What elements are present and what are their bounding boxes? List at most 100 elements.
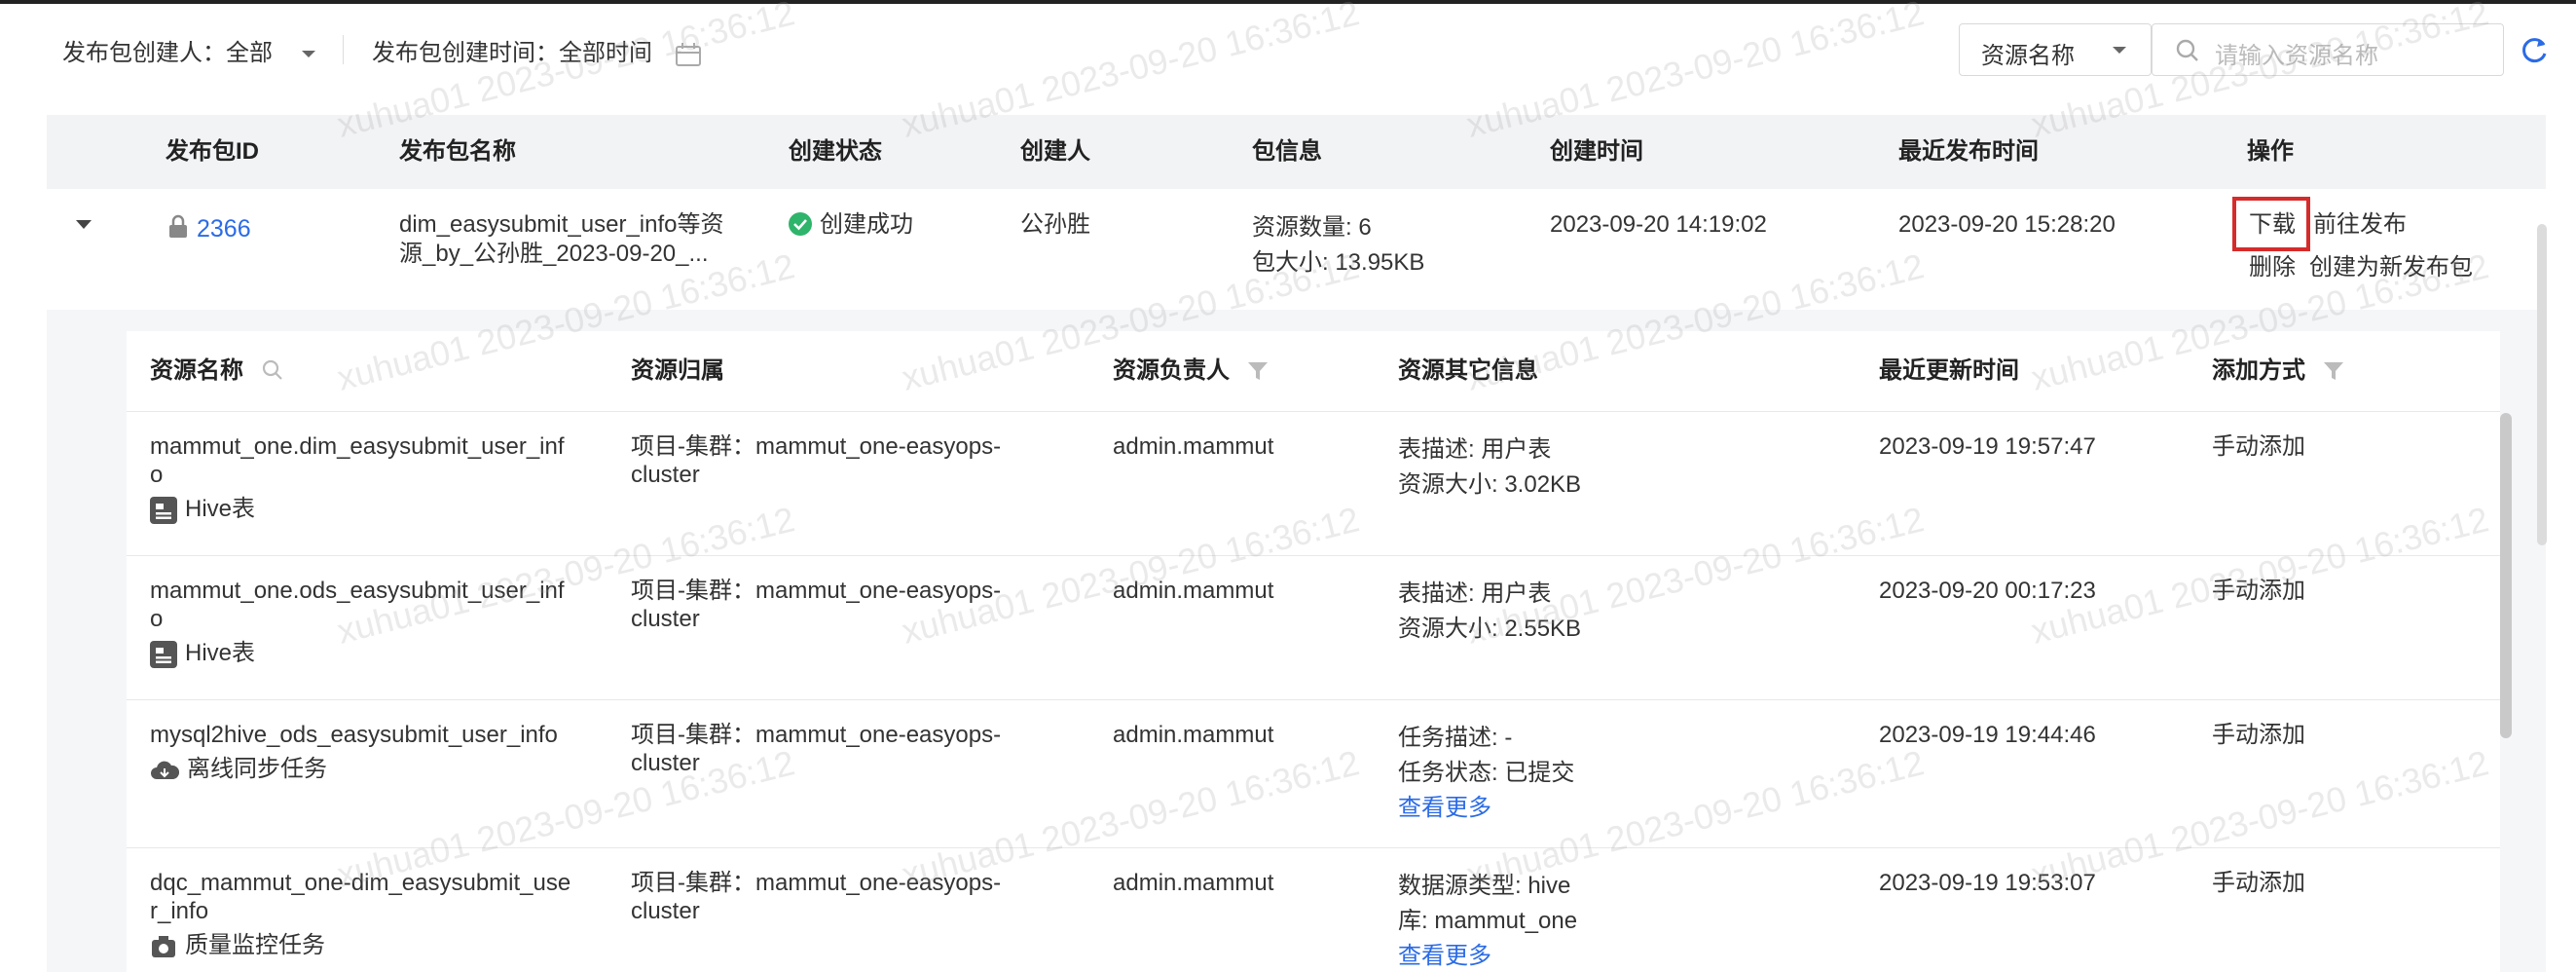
resource-type-label: Hive表: [185, 640, 256, 666]
filter-icon[interactable]: [1247, 362, 1268, 380]
resource-row: dqc_mammut_one-dim_easysubmit_use r_info…: [127, 847, 2500, 972]
cloud-icon: [151, 761, 180, 779]
th-package-name: 发布包名称: [399, 138, 516, 165]
download-link[interactable]: 下载: [2249, 210, 2296, 240]
resource-other-info: 表描述: 用户表 资源大小: 3.02KB: [1398, 432, 1581, 503]
resource-owner-line1: 项目-集群：mammut_one-easyops-: [631, 578, 1002, 604]
resource-owner-line2: cluster: [631, 898, 700, 924]
resource-owner-line2: cluster: [631, 750, 700, 776]
inner-scrollbar-thumb[interactable]: [2500, 413, 2512, 738]
resource-type-label: 质量监控任务: [185, 932, 325, 958]
table-row: 2366 dim_easysubmit_user_info等资 源_by_公孙胜…: [47, 189, 2546, 311]
package-name-line2: 源_by_公孙胜_2023-09-20_...: [399, 241, 709, 267]
resource-info-line2: 资源大小: 3.02KB: [1398, 471, 1582, 498]
resource-name-line2: o: [150, 606, 164, 632]
resource-info-line1: 任务描述: -: [1398, 725, 1513, 751]
resource-name-line1: mysql2hive_ods_easysubmit_user_info: [150, 722, 558, 748]
resource-person: admin.mammut: [1113, 433, 1274, 460]
resource-row: mammut_one.ods_easysubmit_user_inf o Hiv…: [127, 555, 2500, 700]
search-input[interactable]: 请输入资源名称: [2152, 23, 2504, 76]
refresh-icon[interactable]: [2520, 35, 2549, 64]
time-filter[interactable]: 发布包创建时间：全部时间: [372, 33, 702, 67]
resource-info-line1: 表描述: 用户表: [1398, 580, 1552, 607]
resource-type: Hive表: [150, 639, 565, 668]
view-more-link[interactable]: 查看更多: [1398, 939, 1577, 972]
resource-info-line2: 资源大小: 2.55KB: [1398, 616, 1582, 642]
resource-row: mysql2hive_ods_easysubmit_user_info 离线同步…: [127, 699, 2500, 848]
resource-owner: 项目-集群：mammut_one-easyops- cluster: [631, 869, 1001, 925]
th-add-method: 添加方式: [2212, 331, 2343, 411]
th-created-at: 创建时间: [1550, 138, 1643, 165]
resources-table-header: 资源名称 资源归属 资源负责人 资源其它信息 最近更新时间 添加方式: [127, 331, 2500, 412]
calendar-icon: [675, 42, 701, 66]
filter-divider: [343, 35, 344, 64]
table-header: 发布包ID 发布包名称 创建状态 创建人 包信息 创建时间 最近发布时间 操作: [47, 115, 2546, 189]
resource-info-line1: 表描述: 用户表: [1398, 436, 1552, 463]
th-creator: 创建人: [1020, 138, 1090, 165]
resource-person: admin.mammut: [1113, 722, 1274, 748]
create-new-package-link[interactable]: 创建为新发布包: [2309, 253, 2473, 282]
caret-down-icon[interactable]: [74, 218, 93, 232]
th-package-info: 包信息: [1252, 138, 1322, 165]
search-type-select[interactable]: 资源名称: [1959, 23, 2152, 76]
resource-name: dqc_mammut_one-dim_easysubmit_use r_info…: [150, 869, 570, 959]
resource-owner: 项目-集群：mammut_one-easyops- cluster: [631, 432, 1001, 489]
created-at: 2023-09-20 14:19:02: [1550, 211, 1767, 238]
th-resource-name: 资源名称: [150, 331, 283, 411]
time-filter-value: 全部时间: [559, 40, 652, 66]
creator: 公孙胜: [1020, 211, 1090, 238]
resource-updated-at: 2023-09-20 00:17:23: [1879, 578, 2096, 604]
resource-type: 质量监控任务: [150, 931, 570, 959]
resource-type: 离线同步任务: [150, 755, 558, 783]
th-add-method-label: 添加方式: [2212, 357, 2305, 384]
package-name: dim_easysubmit_user_info等资 源_by_公孙胜_2023…: [399, 210, 723, 269]
th-actions: 操作: [2247, 138, 2294, 165]
creator-filter[interactable]: 发布包创建人：全部: [62, 33, 316, 67]
th-resource-other-info: 资源其它信息: [1398, 357, 1538, 384]
package-id-value: 2366: [197, 215, 251, 243]
resource-type-label: 离线同步任务: [187, 756, 327, 782]
goto-publish-link[interactable]: 前往发布: [2313, 210, 2407, 240]
resource-other-info: 任务描述: - 任务状态: 已提交 查看更多: [1398, 721, 1574, 826]
chevron-down-icon: [2113, 47, 2126, 54]
create-status: 创建成功: [789, 210, 913, 240]
resource-updated-at: 2023-09-19 19:53:07: [1879, 870, 2096, 896]
table-icon: [150, 640, 177, 668]
lock-icon: [169, 214, 187, 238]
chevron-down-icon: [301, 50, 315, 57]
th-resource-person-label: 资源负责人: [1113, 357, 1230, 384]
resource-add-method: 手动添加: [2212, 578, 2305, 604]
delete-link[interactable]: 删除: [2249, 253, 2296, 282]
resource-owner-line2: cluster: [631, 606, 700, 632]
resource-updated-at: 2023-09-19 19:44:46: [1879, 722, 2096, 748]
view-more-link[interactable]: 查看更多: [1398, 791, 1574, 826]
search-placeholder: 请输入资源名称: [2215, 43, 2378, 69]
th-published-at: 最近发布时间: [1898, 138, 2039, 165]
package-size: 包大小: 13.95KB: [1252, 249, 1425, 276]
time-filter-label: 发布包创建时间：: [372, 40, 559, 66]
search-type-value: 资源名称: [1981, 43, 2075, 69]
create-status-text: 创建成功: [820, 211, 913, 238]
th-resource-name-label: 资源名称: [150, 357, 243, 384]
package-info: 资源数量: 6 包大小: 13.95KB: [1252, 210, 1424, 280]
resource-add-method: 手动添加: [2212, 433, 2305, 460]
th-resource-owner: 资源归属: [631, 357, 724, 384]
resource-info-line1: 数据源类型: hive: [1398, 873, 1571, 899]
resource-name-line1: mammut_one.ods_easysubmit_user_inf: [150, 578, 565, 604]
resource-owner: 项目-集群：mammut_one-easyops- cluster: [631, 721, 1001, 777]
creator-filter-label: 发布包创建人：: [62, 40, 226, 66]
package-id[interactable]: 2366: [167, 214, 251, 244]
search-icon[interactable]: [262, 359, 283, 381]
outer-scrollbar-thumb[interactable]: [2537, 224, 2547, 545]
resource-type-label: Hive表: [185, 496, 256, 522]
published-at: 2023-09-20 15:28:20: [1898, 211, 2116, 238]
filter-icon[interactable]: [2323, 362, 2343, 380]
resource-name-line1: dqc_mammut_one-dim_easysubmit_use: [150, 870, 571, 896]
resource-other-info: 表描述: 用户表 资源大小: 2.55KB: [1398, 577, 1581, 647]
resource-owner-line1: 项目-集群：mammut_one-easyops-: [631, 870, 1002, 896]
resource-other-info: 数据源类型: hive 库: mammut_one 查看更多: [1398, 869, 1577, 972]
resource-owner-line2: cluster: [631, 462, 700, 488]
resource-row: mammut_one.dim_easysubmit_user_inf o Hiv…: [127, 411, 2500, 556]
resource-name: mammut_one.ods_easysubmit_user_inf o Hiv…: [150, 577, 565, 668]
top-border: [0, 0, 2576, 4]
